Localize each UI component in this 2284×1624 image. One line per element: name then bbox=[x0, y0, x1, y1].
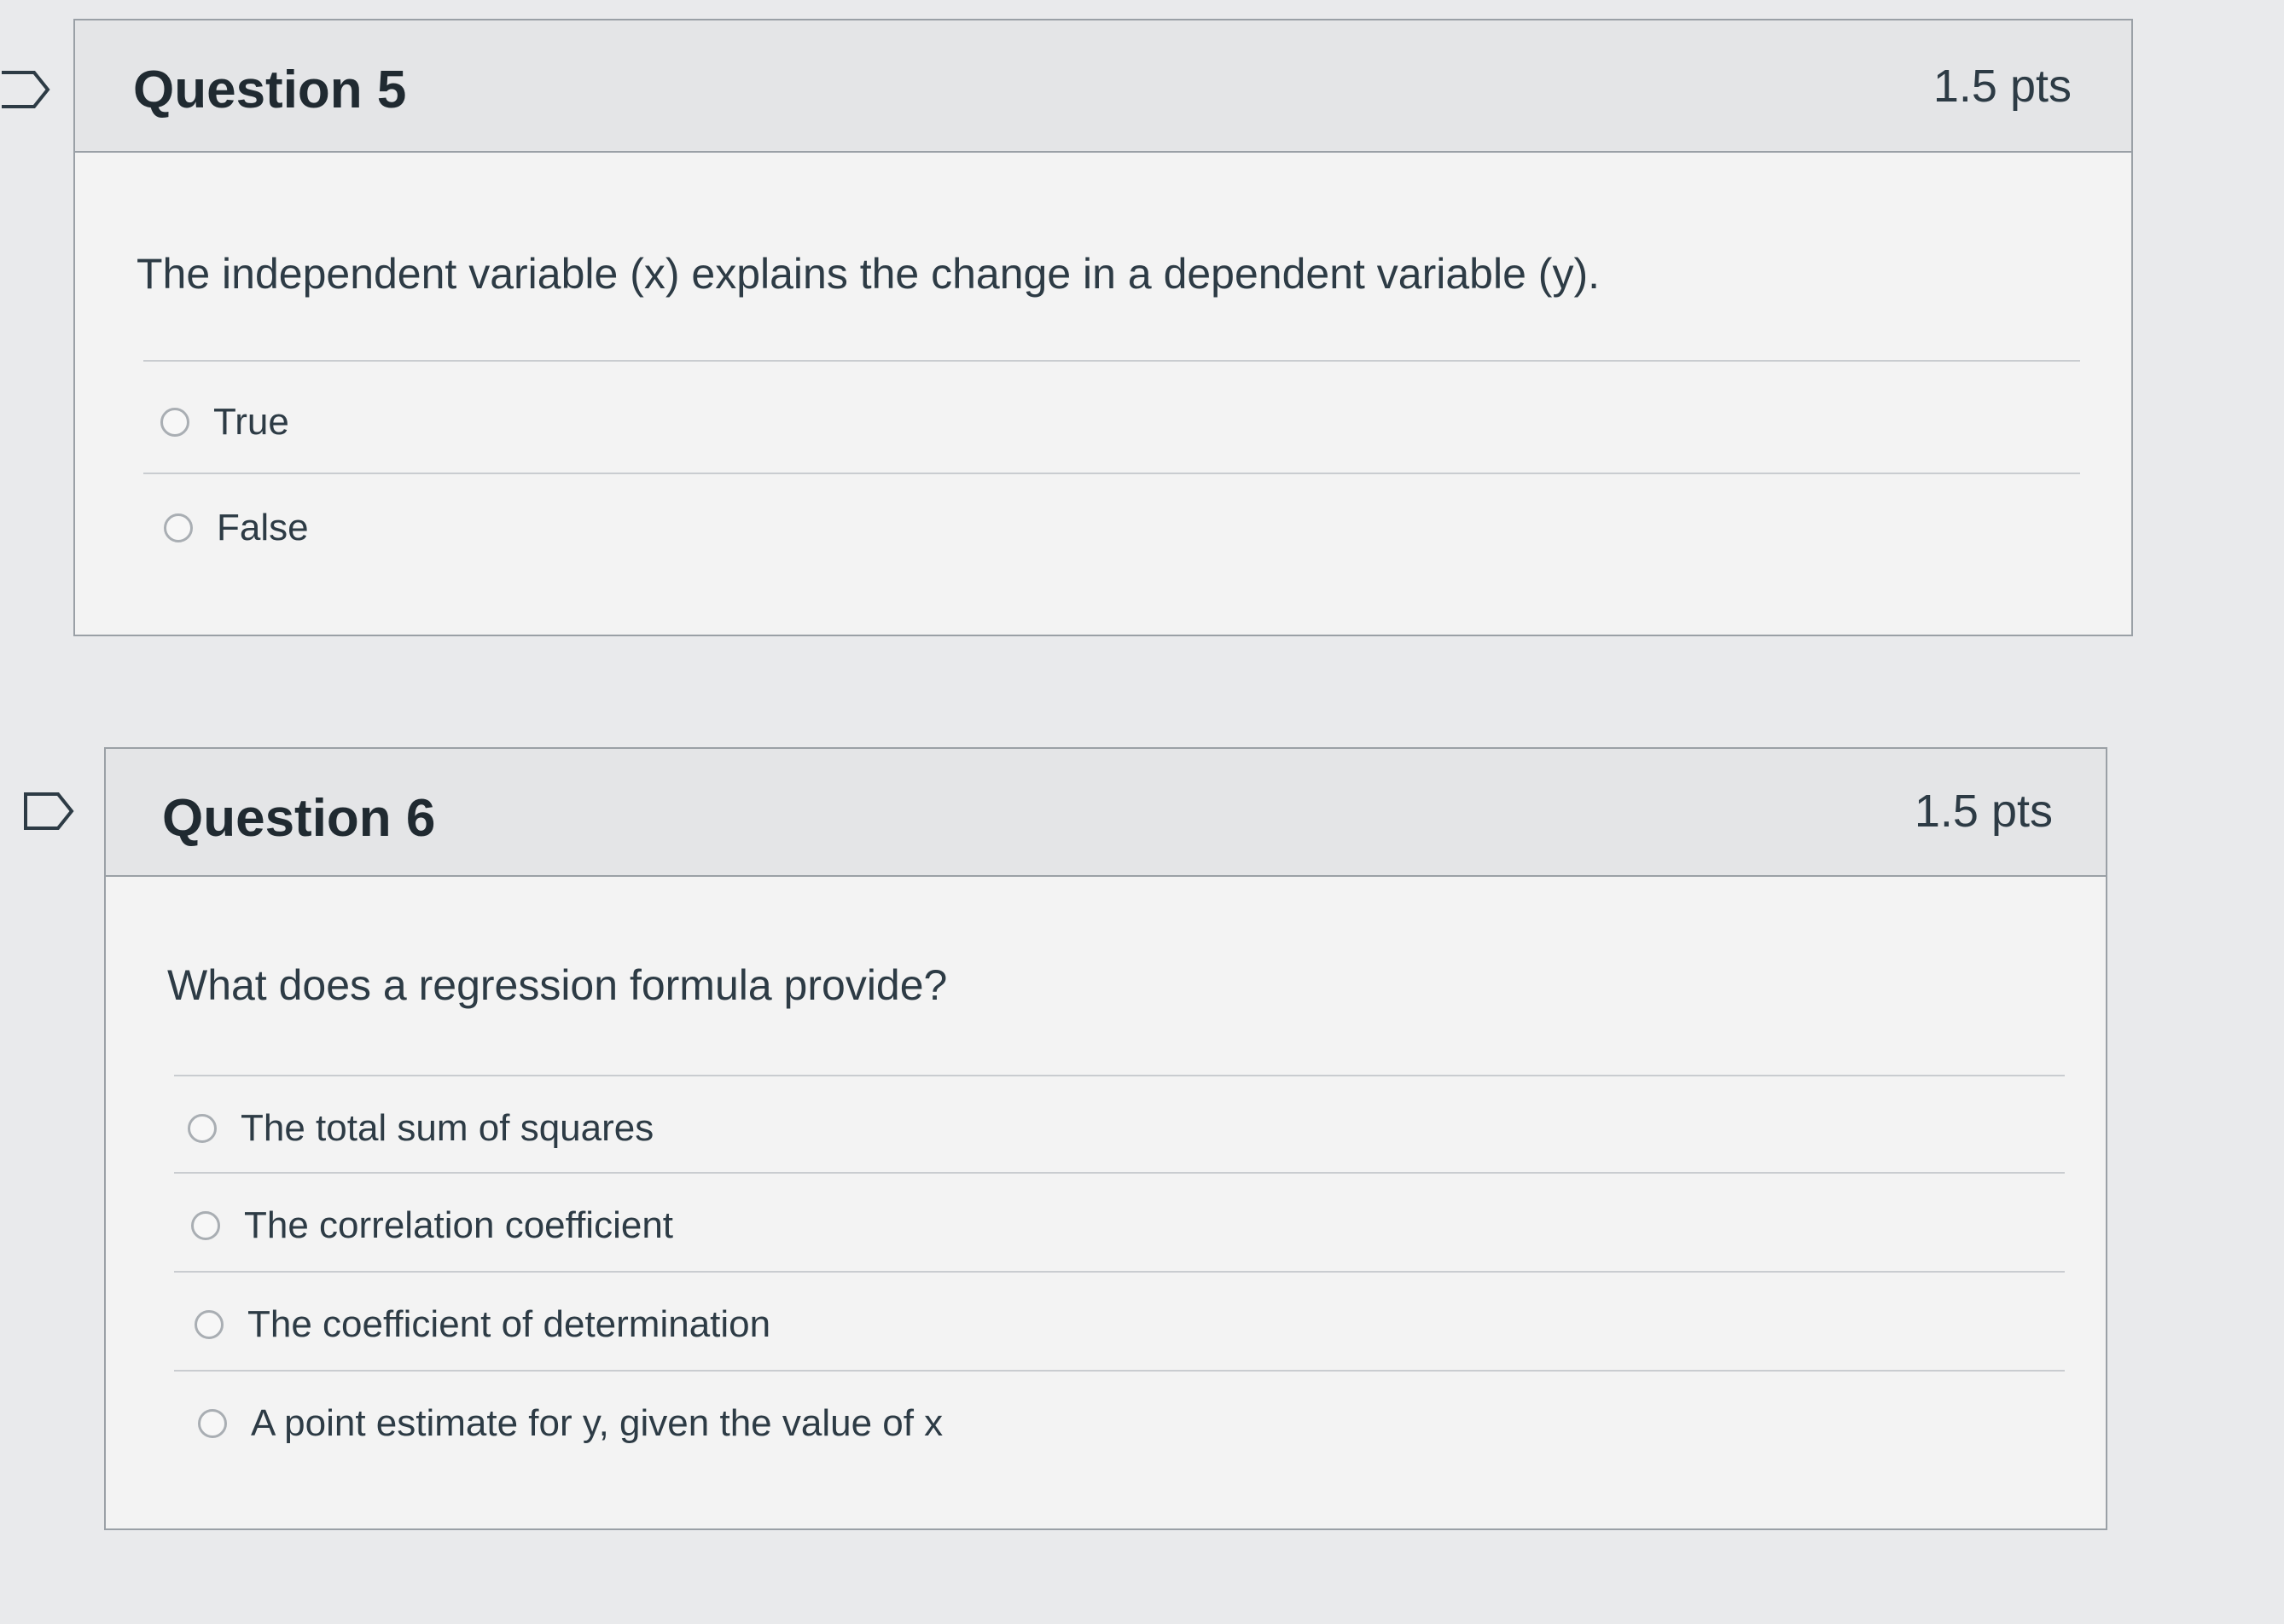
answer-divider bbox=[174, 1370, 2065, 1372]
question-header: Question 6 1.5 pts bbox=[106, 749, 2106, 877]
question-6-card: Question 6 1.5 pts What does a regressio… bbox=[104, 747, 2107, 1530]
radio-button-icon[interactable] bbox=[191, 1211, 220, 1240]
flag-question-icon[interactable] bbox=[0, 70, 51, 109]
answer-option[interactable]: The correlation coefficient bbox=[191, 1204, 673, 1247]
question-points: 1.5 pts bbox=[1914, 786, 2053, 837]
answer-option[interactable]: The coefficient of determination bbox=[195, 1303, 770, 1346]
question-text: The independent variable (x) explains th… bbox=[137, 250, 1600, 298]
answer-option[interactable]: True bbox=[160, 401, 289, 444]
answer-divider bbox=[174, 1271, 2065, 1273]
radio-button-icon[interactable] bbox=[164, 513, 193, 542]
answer-label: False bbox=[217, 507, 309, 548]
question-5-card: Question 5 1.5 pts The independent varia… bbox=[73, 19, 2133, 636]
radio-button-icon[interactable] bbox=[195, 1310, 224, 1339]
answer-option[interactable]: A point estimate for y, given the value … bbox=[198, 1402, 943, 1445]
question-points: 1.5 pts bbox=[1932, 61, 2072, 112]
answer-divider bbox=[143, 473, 2080, 474]
answer-label: True bbox=[213, 401, 289, 443]
answer-label: A point estimate for y, given the value … bbox=[251, 1402, 944, 1444]
answer-label: The total sum of squares bbox=[241, 1107, 654, 1149]
answer-divider bbox=[143, 360, 2080, 362]
question-text: What does a regression formula provide? bbox=[167, 961, 948, 1009]
flag-question-icon[interactable] bbox=[24, 792, 75, 831]
answer-label: The correlation coefficient bbox=[244, 1204, 674, 1246]
answer-divider bbox=[174, 1075, 2065, 1076]
answer-divider bbox=[174, 1172, 2065, 1174]
answer-option[interactable]: The total sum of squares bbox=[188, 1107, 654, 1150]
question-title: Question 5 bbox=[133, 61, 407, 119]
radio-button-icon[interactable] bbox=[188, 1114, 217, 1143]
answer-option[interactable]: False bbox=[164, 507, 309, 549]
radio-button-icon[interactable] bbox=[198, 1409, 227, 1438]
radio-button-icon[interactable] bbox=[160, 408, 189, 437]
answer-label: The coefficient of determination bbox=[247, 1303, 771, 1345]
question-header: Question 5 1.5 pts bbox=[75, 20, 2131, 153]
question-title: Question 6 bbox=[162, 789, 436, 848]
